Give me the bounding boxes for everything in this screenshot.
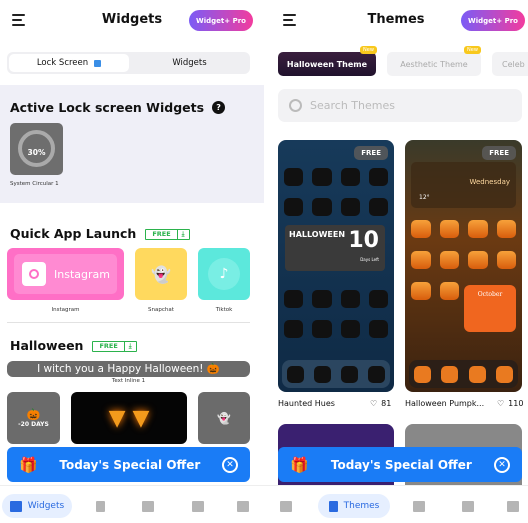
text-inline-widget[interactable]: I witch you a Happy Halloween! 🎃 bbox=[7, 361, 250, 377]
snapchat-label: Snapchat bbox=[148, 307, 174, 313]
active-widgets-title: Active Lock screen Widgets? bbox=[10, 100, 226, 115]
close-icon[interactable]: ✕ bbox=[222, 456, 238, 473]
tiktok-label: Tiktok bbox=[215, 307, 233, 313]
like-count[interactable]: ♡ 81 bbox=[370, 399, 391, 408]
pumpkin-icon: 🎃 bbox=[26, 408, 41, 421]
nav-wallpapers[interactable] bbox=[231, 494, 255, 518]
widget-label: System Circular 1 bbox=[10, 181, 59, 187]
theme-card-haunted-hues[interactable]: FREE HALLOWEEN 10 Days Left bbox=[278, 140, 394, 392]
download-icon: ⤓ bbox=[123, 341, 136, 351]
chip-aesthetic-theme[interactable]: Aesthetic Theme bbox=[387, 52, 481, 76]
new-badge: New bbox=[360, 46, 377, 54]
halloween-title: Halloween FREE ⤓ bbox=[10, 338, 137, 353]
heart-icon: ♡ bbox=[370, 399, 378, 408]
battery-ring: 30% bbox=[18, 130, 55, 167]
special-offer-banner[interactable]: 🎁 Today's Special Offer ✕ bbox=[278, 447, 522, 482]
ghost-widget[interactable]: 👻 bbox=[198, 392, 250, 444]
instagram-label: Instagram bbox=[51, 307, 80, 313]
grid-icon bbox=[142, 500, 154, 512]
nav-themes[interactable] bbox=[88, 494, 112, 518]
ghost-icon: 👻 bbox=[151, 264, 171, 284]
countdown-widget[interactable]: 🎃 -20 DAYS bbox=[7, 392, 60, 444]
nav-themes[interactable]: Themes bbox=[318, 494, 390, 518]
download-icon: ⤓ bbox=[176, 229, 189, 239]
system-circular-widget[interactable]: 30% bbox=[10, 123, 63, 175]
nav-label: Widgets bbox=[27, 501, 65, 511]
text-inline-label: Text Inline 1 bbox=[111, 378, 146, 384]
special-offer-banner[interactable]: 🎁 Today's Special Offer ✕ bbox=[7, 447, 250, 482]
offer-text: Today's Special Offer bbox=[59, 457, 201, 472]
image-icon bbox=[237, 500, 249, 512]
help-icon[interactable]: ? bbox=[212, 101, 226, 114]
bottom-nav: Themes bbox=[264, 485, 528, 523]
halloween-countdown-widget: HALLOWEEN 10 Days Left bbox=[285, 225, 385, 271]
lock-screen-icon bbox=[94, 59, 102, 67]
dock bbox=[282, 360, 390, 388]
search-placeholder: Search Themes bbox=[310, 99, 395, 112]
new-badge: New bbox=[464, 46, 481, 54]
instagram-icon bbox=[22, 262, 46, 286]
brush-icon bbox=[328, 500, 338, 512]
gift-icon: 🎁 bbox=[290, 455, 309, 474]
image-icon bbox=[507, 500, 519, 512]
nav-label: Themes bbox=[343, 501, 380, 511]
nav-grid[interactable] bbox=[136, 494, 160, 518]
instagram-text: Instagram bbox=[54, 267, 110, 281]
bolt-icon bbox=[462, 500, 474, 512]
offer-text: Today's Special Offer bbox=[330, 457, 472, 472]
ghost-icon: 👻 bbox=[217, 411, 231, 425]
free-badge: FREE bbox=[482, 146, 516, 160]
dock bbox=[409, 360, 518, 388]
chip-celeb[interactable]: Celeb bbox=[492, 52, 528, 76]
quick-app-launch-title: Quick App Launch FREE ⤓ bbox=[10, 226, 190, 241]
theme-name: Haunted Hues bbox=[278, 399, 335, 408]
gift-icon: 🎁 bbox=[19, 455, 38, 474]
nav-wallpapers[interactable] bbox=[501, 494, 525, 518]
widgets-icon bbox=[280, 500, 292, 512]
like-count[interactable]: ♡ 110 bbox=[497, 399, 523, 408]
grid-icon bbox=[413, 500, 425, 512]
free-badge[interactable]: FREE ⤓ bbox=[92, 340, 137, 352]
nav-widgets[interactable] bbox=[274, 494, 298, 518]
close-icon[interactable]: ✕ bbox=[494, 456, 510, 473]
jack-o-lantern-face: ▼ ▼ bbox=[108, 405, 150, 431]
nav-shortcuts[interactable] bbox=[186, 494, 210, 518]
search-input[interactable]: Search Themes bbox=[278, 89, 522, 122]
weather-widget: Wednesday 12° bbox=[411, 162, 516, 208]
free-badge[interactable]: FREE ⤓ bbox=[145, 228, 190, 240]
tiktok-widget[interactable]: ♪ bbox=[198, 248, 250, 300]
free-badge: FREE bbox=[354, 146, 388, 160]
october-calendar-widget: October bbox=[464, 285, 516, 332]
widget-pro-button[interactable]: Widget+ Pro bbox=[189, 10, 253, 31]
nav-grid[interactable] bbox=[407, 494, 431, 518]
countdown-text: -20 DAYS bbox=[18, 421, 49, 428]
nav-shortcuts[interactable] bbox=[456, 494, 480, 518]
theme-card-halloween-pumpkin[interactable]: FREE Wednesday 12° October bbox=[405, 140, 522, 392]
heart-icon: ♡ bbox=[497, 399, 505, 408]
search-icon bbox=[289, 99, 302, 112]
theme-name: Halloween Pumpk... bbox=[405, 399, 485, 408]
nav-widgets[interactable]: Widgets bbox=[2, 494, 72, 518]
chip-halloween-theme[interactable]: Halloween Theme bbox=[278, 52, 376, 76]
bolt-icon bbox=[192, 500, 204, 512]
tab-widgets[interactable]: Widgets bbox=[131, 54, 248, 72]
instagram-widget[interactable]: Instagram bbox=[7, 248, 124, 300]
app-icon-grid bbox=[284, 290, 388, 338]
bottom-nav: Widgets bbox=[0, 485, 264, 523]
tab-lock-screen[interactable]: Lock Screen bbox=[9, 54, 129, 72]
widgets-screen: Widgets Widget+ Pro Lock Screen Widgets … bbox=[0, 0, 264, 523]
brush-icon bbox=[95, 500, 105, 512]
snapchat-widget[interactable]: 👻 bbox=[135, 248, 187, 300]
segmented-control: Lock Screen Widgets bbox=[7, 52, 250, 74]
widgets-icon bbox=[9, 500, 22, 512]
divider bbox=[7, 322, 250, 323]
themes-screen: Themes Widget+ Pro Halloween Theme New A… bbox=[264, 0, 528, 523]
widget-pro-button[interactable]: Widget+ Pro bbox=[461, 10, 525, 31]
jack-o-lantern-widget[interactable]: ▼ ▼ bbox=[71, 392, 187, 444]
tab-label: Lock Screen bbox=[36, 58, 89, 68]
app-icon-grid bbox=[284, 168, 388, 216]
tiktok-icon: ♪ bbox=[208, 258, 240, 290]
